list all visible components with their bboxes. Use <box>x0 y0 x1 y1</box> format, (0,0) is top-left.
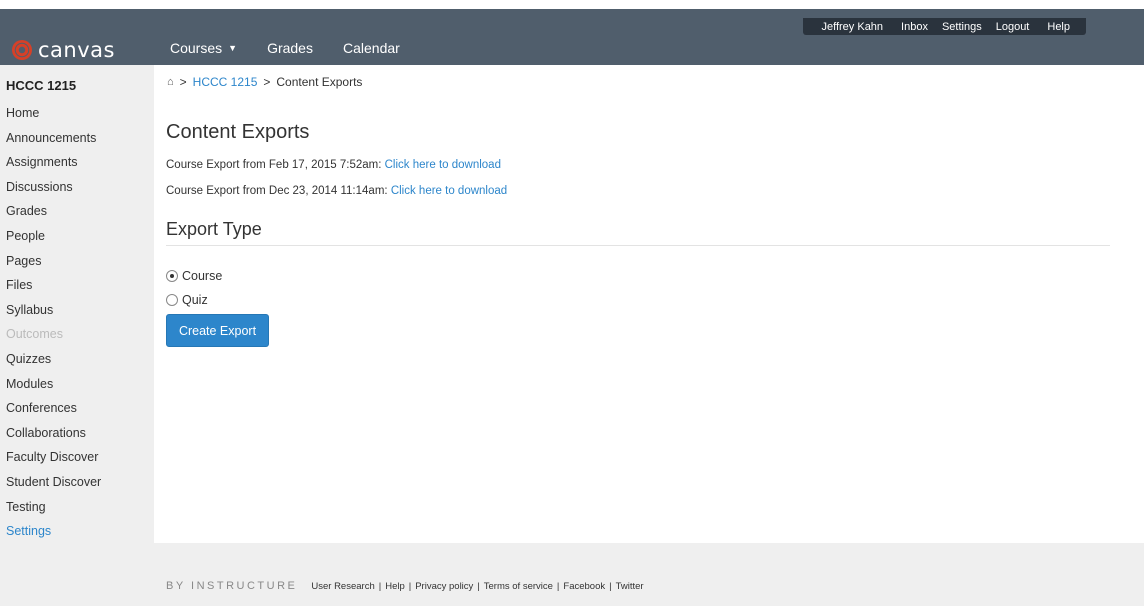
export-type-heading: Export Type <box>166 219 262 239</box>
home-icon[interactable]: ⌂ <box>167 76 174 88</box>
sidebar-item-grades[interactable]: Grades <box>6 201 101 226</box>
footer-link-terms[interactable]: Terms of service <box>484 581 553 592</box>
export-entry: Course Export from Dec 23, 2014 11:14am:… <box>166 185 507 197</box>
radio-quiz-option[interactable]: Quiz <box>166 293 208 307</box>
sidebar-item-modules[interactable]: Modules <box>6 374 101 399</box>
caret-down-icon: ▼ <box>228 43 238 53</box>
logo-text: canvas <box>38 38 115 62</box>
radio-quiz-label: Quiz <box>182 293 208 307</box>
breadcrumb-course-link[interactable]: HCCC 1215 <box>193 75 258 89</box>
main-nav: Courses ▼ Grades Calendar <box>170 40 400 56</box>
sidebar-item-testing[interactable]: Testing <box>6 497 101 522</box>
breadcrumb-separator-icon: > <box>179 75 187 89</box>
footer-link-privacy[interactable]: Privacy policy <box>415 581 473 592</box>
settings-link[interactable]: Settings <box>942 21 982 33</box>
sidebar-item-assignments[interactable]: Assignments <box>6 152 101 177</box>
sidebar-item-conferences[interactable]: Conferences <box>6 398 101 423</box>
page-title: Content Exports <box>166 121 310 143</box>
download-link[interactable]: Click here to download <box>391 185 507 197</box>
instructure-brand: BY INSTRUCTURE <box>166 580 298 592</box>
radio-course-label: Course <box>182 269 223 283</box>
download-link[interactable]: Click here to download <box>385 159 501 171</box>
footer-link-help[interactable]: Help <box>385 581 405 592</box>
export-entry-text: Course Export from Dec 23, 2014 11:14am: <box>166 185 388 197</box>
footer-separator: | <box>556 580 560 592</box>
footer-separator: | <box>378 580 382 592</box>
sidebar-item-collaborations[interactable]: Collaborations <box>6 423 101 448</box>
sidebar-item-outcomes: Outcomes <box>6 327 63 342</box>
help-link[interactable]: Help <box>1047 21 1070 33</box>
sidebar-item-pages[interactable]: Pages <box>6 251 101 276</box>
section-divider <box>166 245 1110 246</box>
footer-link-facebook[interactable]: Facebook <box>563 581 605 592</box>
create-export-button[interactable]: Create Export <box>166 314 269 347</box>
nav-courses-label: Courses <box>170 40 223 56</box>
sidebar-item-people[interactable]: People <box>6 226 101 251</box>
course-title: HCCC 1215 <box>6 78 77 93</box>
inbox-link[interactable]: Inbox <box>901 21 928 33</box>
radio-course-button[interactable] <box>166 270 178 282</box>
sidebar-item-settings[interactable]: Settings <box>6 521 101 546</box>
nav-grades[interactable]: Grades <box>267 40 313 56</box>
sidebar-item-quizzes[interactable]: Quizzes <box>6 349 101 374</box>
sidebar-item-home[interactable]: Home <box>6 103 101 128</box>
footer: BY INSTRUCTURE User Research | Help | Pr… <box>166 580 644 592</box>
logout-link[interactable]: Logout <box>996 21 1030 33</box>
nav-grades-label: Grades <box>267 40 313 56</box>
breadcrumb-current: Content Exports <box>276 75 363 89</box>
footer-link-twitter[interactable]: Twitter <box>616 581 644 592</box>
sidebar-item-files[interactable]: Files <box>6 275 101 300</box>
footer-separator: | <box>477 580 480 592</box>
user-menu-bar: Jeffrey Kahn Inbox Settings Logout Help <box>803 18 1086 35</box>
canvas-logo[interactable]: canvas <box>12 38 115 62</box>
sidebar-item-student-discover[interactable]: Student Discover <box>6 472 101 497</box>
footer-link-user-research[interactable]: User Research <box>311 581 374 592</box>
sidebar-item-syllabus[interactable]: Syllabus <box>6 300 101 325</box>
footer-separator: | <box>408 580 412 592</box>
canvas-logo-icon <box>12 40 32 60</box>
breadcrumb-separator-icon: > <box>263 75 271 89</box>
radio-quiz-button[interactable] <box>166 294 178 306</box>
sidebar-item-announcements[interactable]: Announcements <box>6 128 101 153</box>
radio-course-option[interactable]: Course <box>166 269 222 283</box>
sidebar-item-faculty-discover[interactable]: Faculty Discover <box>6 447 101 472</box>
nav-courses[interactable]: Courses ▼ <box>170 40 237 56</box>
breadcrumb: ⌂ > HCCC 1215 > Content Exports <box>167 75 362 89</box>
footer-separator: | <box>609 580 612 592</box>
export-entry: Course Export from Feb 17, 2015 7:52am: … <box>166 159 501 171</box>
course-nav-list: Home Announcements Assignments Discussions G… <box>6 103 101 546</box>
nav-calendar[interactable]: Calendar <box>343 40 400 56</box>
nav-calendar-label: Calendar <box>342 40 400 56</box>
export-entry-text: Course Export from Feb 17, 2015 7:52am: <box>166 159 382 171</box>
sidebar-item-discussions[interactable]: Discussions <box>6 177 101 202</box>
user-name-link[interactable]: Jeffrey Kahn <box>821 21 883 33</box>
